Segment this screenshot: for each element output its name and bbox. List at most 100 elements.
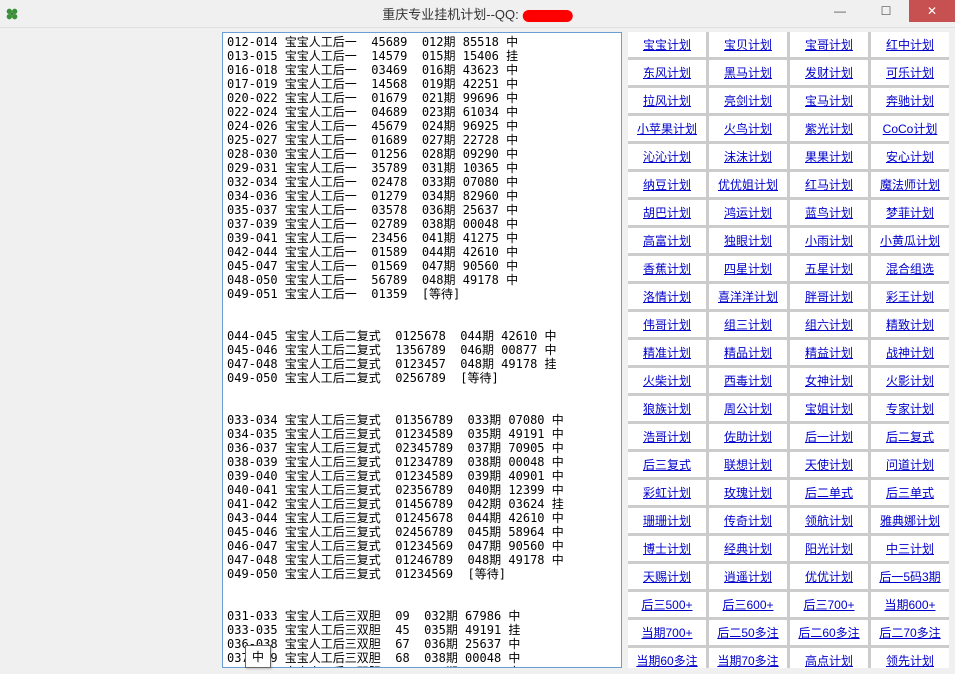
plan-link[interactable]: CoCo计划 xyxy=(883,120,938,137)
plan-link[interactable]: 后二60多注 xyxy=(798,624,859,641)
plan-link[interactable]: 黑马计划 xyxy=(724,64,772,81)
plan-link[interactable]: 小苹果计划 xyxy=(637,120,697,137)
plan-link[interactable]: 狼族计划 xyxy=(643,400,691,417)
plan-link[interactable]: 阳光计划 xyxy=(805,540,853,557)
plan-link[interactable]: 沫沫计划 xyxy=(724,148,772,165)
plan-link[interactable]: 逍遥计划 xyxy=(724,568,772,585)
plan-link[interactable]: 宝宝计划 xyxy=(643,36,691,53)
plan-link[interactable]: 火柴计划 xyxy=(643,372,691,389)
plan-link[interactable]: 红中计划 xyxy=(886,36,934,53)
plan-link[interactable]: 纳豆计划 xyxy=(643,176,691,193)
plan-link[interactable]: 组六计划 xyxy=(805,316,853,333)
plan-link[interactable]: 胖哥计划 xyxy=(805,288,853,305)
plan-link[interactable]: 发财计划 xyxy=(805,64,853,81)
plan-link[interactable]: 优优计划 xyxy=(805,568,853,585)
plan-link[interactable]: 西毒计划 xyxy=(724,372,772,389)
plan-link[interactable]: 火影计划 xyxy=(886,372,934,389)
plan-link[interactable]: 彩王计划 xyxy=(886,288,934,305)
plan-link[interactable]: 浩哥计划 xyxy=(643,428,691,445)
plan-link[interactable]: 红马计划 xyxy=(805,176,853,193)
plan-link[interactable]: 独眼计划 xyxy=(724,232,772,249)
plan-link[interactable]: 后一计划 xyxy=(805,428,853,445)
plan-link[interactable]: 火鸟计划 xyxy=(724,120,772,137)
plan-link[interactable]: 后三单式 xyxy=(886,484,934,501)
plan-link[interactable]: 小黄瓜计划 xyxy=(880,232,940,249)
plan-link[interactable]: 后三600+ xyxy=(722,596,773,613)
plan-link[interactable]: 可乐计划 xyxy=(886,64,934,81)
plan-link[interactable]: 优优姐计划 xyxy=(718,176,778,193)
plan-link[interactable]: 小雨计划 xyxy=(805,232,853,249)
plan-link[interactable]: 后三复式 xyxy=(643,456,691,473)
plan-link[interactable]: 彩虹计划 xyxy=(643,484,691,501)
plan-link[interactable]: 精准计划 xyxy=(643,344,691,361)
close-button[interactable]: ✕ xyxy=(909,0,955,22)
minimize-button[interactable]: — xyxy=(817,0,863,22)
plan-link[interactable]: 魔法师计划 xyxy=(880,176,940,193)
plan-link[interactable]: 战神计划 xyxy=(886,344,934,361)
plan-link[interactable]: 香蕉计划 xyxy=(643,260,691,277)
plan-link[interactable]: 宝贝计划 xyxy=(724,36,772,53)
plan-link[interactable]: 中三计划 xyxy=(886,540,934,557)
plan-link[interactable]: 当期600+ xyxy=(884,596,935,613)
plan-link[interactable]: 联想计划 xyxy=(724,456,772,473)
plan-cell: 宝宝计划 xyxy=(628,32,706,57)
plan-link[interactable]: 五星计划 xyxy=(805,260,853,277)
plan-link[interactable]: 当期70多注 xyxy=(717,652,778,668)
plan-link[interactable]: 宝姐计划 xyxy=(805,400,853,417)
plan-link[interactable]: 亮剑计划 xyxy=(724,92,772,109)
plan-link[interactable]: 传奇计划 xyxy=(724,512,772,529)
plan-link[interactable]: 周公计划 xyxy=(724,400,772,417)
plan-link[interactable]: 经典计划 xyxy=(724,540,772,557)
plan-link[interactable]: 精致计划 xyxy=(886,316,934,333)
plan-link[interactable]: 胡巴计划 xyxy=(643,204,691,221)
plan-link[interactable]: 博士计划 xyxy=(643,540,691,557)
plan-link[interactable]: 果果计划 xyxy=(805,148,853,165)
plan-link[interactable]: 安心计划 xyxy=(886,148,934,165)
plan-link[interactable]: 洛情计划 xyxy=(643,288,691,305)
plan-link[interactable]: 梦菲计划 xyxy=(886,204,934,221)
maximize-button[interactable]: ☐ xyxy=(863,0,909,22)
plan-link[interactable]: 后三700+ xyxy=(803,596,854,613)
plan-link[interactable]: 后一5码3期 xyxy=(879,568,940,585)
plan-link[interactable]: 佐助计划 xyxy=(724,428,772,445)
plan-link[interactable]: 宝哥计划 xyxy=(805,36,853,53)
plan-link[interactable]: 领先计划 xyxy=(886,652,934,668)
plan-link[interactable]: 问道计划 xyxy=(886,456,934,473)
plan-link[interactable]: 精品计划 xyxy=(724,344,772,361)
plan-link[interactable]: 四星计划 xyxy=(724,260,772,277)
plan-link[interactable]: 紫光计划 xyxy=(805,120,853,137)
plan-link[interactable]: 沁沁计划 xyxy=(643,148,691,165)
plan-link[interactable]: 喜洋洋计划 xyxy=(718,288,778,305)
plan-link[interactable]: 雅典娜计划 xyxy=(880,512,940,529)
plan-link[interactable]: 专家计划 xyxy=(886,400,934,417)
plan-link[interactable]: 高富计划 xyxy=(643,232,691,249)
left-blank-panel xyxy=(6,32,216,668)
plan-link[interactable]: 后二50多注 xyxy=(717,624,778,641)
plan-link[interactable]: 女神计划 xyxy=(805,372,853,389)
plan-link[interactable]: 后二复式 xyxy=(886,428,934,445)
plan-link[interactable]: 天赐计划 xyxy=(643,568,691,585)
plan-link[interactable]: 拉风计划 xyxy=(643,92,691,109)
plan-link[interactable]: 后二单式 xyxy=(805,484,853,501)
plan-link[interactable]: 珊珊计划 xyxy=(643,512,691,529)
plan-link[interactable]: 组三计划 xyxy=(724,316,772,333)
plan-link[interactable]: 当期700+ xyxy=(641,624,692,641)
plan-link[interactable]: 蓝鸟计划 xyxy=(805,204,853,221)
plan-link[interactable]: 精益计划 xyxy=(805,344,853,361)
log-panel[interactable]: 012-014 宝宝人工后一 45689 012期 85518 中 013-01… xyxy=(222,32,622,668)
plan-link[interactable]: 宝马计划 xyxy=(805,92,853,109)
plan-link[interactable]: 高点计划 xyxy=(805,652,853,668)
plan-link[interactable]: 鸿运计划 xyxy=(724,204,772,221)
plan-link[interactable]: 奔驰计划 xyxy=(886,92,934,109)
plan-link[interactable]: 东风计划 xyxy=(643,64,691,81)
titlebar: 重庆专业挂机计划--QQ: — ☐ ✕ xyxy=(0,0,955,28)
plan-link[interactable]: 后二70多注 xyxy=(879,624,940,641)
plan-link[interactable]: 天使计划 xyxy=(805,456,853,473)
plan-link[interactable]: 混合组选 xyxy=(886,260,934,277)
plan-link[interactable]: 领航计划 xyxy=(805,512,853,529)
plan-link[interactable]: 后三500+ xyxy=(641,596,692,613)
plan-link[interactable]: 玫瑰计划 xyxy=(724,484,772,501)
plan-link[interactable]: 当期60多注 xyxy=(636,652,697,668)
plan-cell: 精准计划 xyxy=(628,340,706,365)
plan-link[interactable]: 伟哥计划 xyxy=(643,316,691,333)
